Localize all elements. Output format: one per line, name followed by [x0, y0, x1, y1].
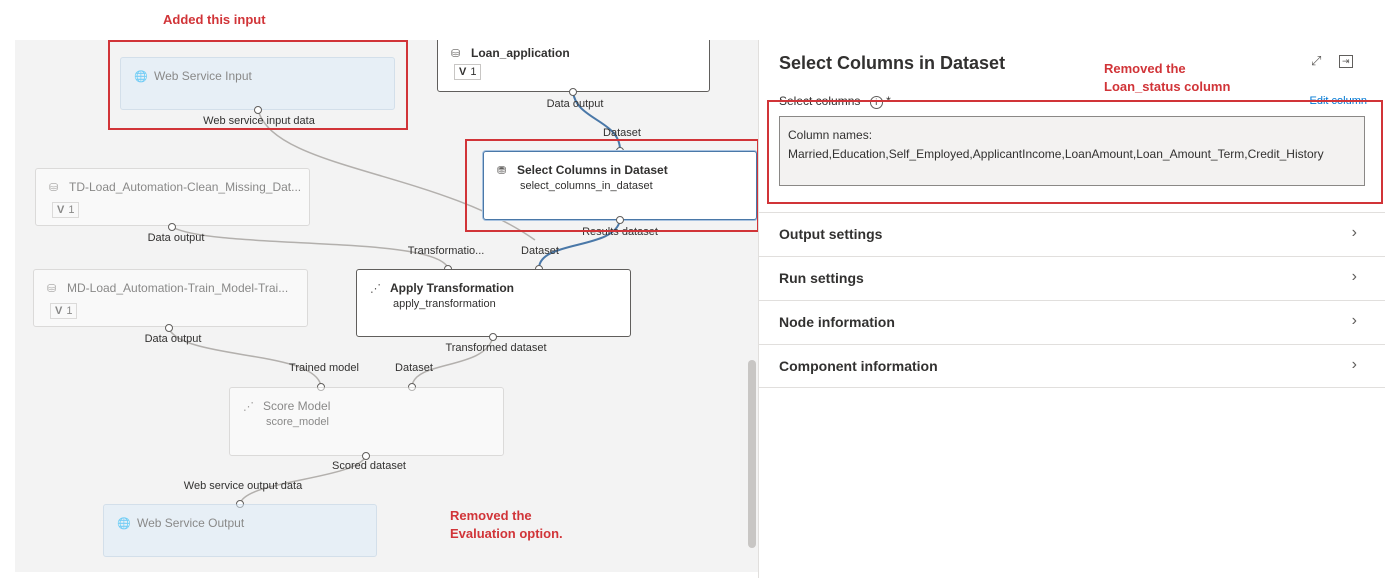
apply-transformation-node[interactable]: ⋰ Apply Transformation apply_transformati… — [356, 269, 631, 337]
section-label: Component information — [779, 358, 938, 374]
canvas-scrollbar[interactable] — [748, 360, 756, 548]
port-label-loan-data-output: Data output — [546, 98, 604, 110]
port-label-web-service-output-data: Web service output data — [183, 480, 303, 492]
web-service-output-node[interactable]: 🌐 Web Service Output — [103, 504, 377, 557]
expand-icon[interactable]: ⤢ — [1311, 53, 1321, 69]
loan-application-node[interactable]: ⛁ Loan_application V1 — [437, 40, 710, 92]
td-load-output-port[interactable] — [168, 223, 176, 231]
section-output-settings[interactable]: Output settings › — [759, 212, 1385, 256]
loan-application-output-port[interactable] — [569, 88, 577, 96]
version-number: 1 — [66, 305, 73, 317]
loan-application-version-badge: V1 — [454, 64, 482, 80]
port-label-select-dataset: Dataset — [603, 127, 641, 139]
loan-application-label: Loan_application — [471, 46, 570, 60]
panel-title: Select Columns in Dataset — [779, 53, 1006, 73]
port-label-scored-dataset: Scored dataset — [332, 460, 406, 472]
apply-transformation-label: Apply Transformation — [390, 281, 515, 295]
section-label: Output settings — [779, 226, 883, 242]
td-load-label: TD-Load_Automation-Clean_Missing_Dat... — [69, 180, 302, 194]
port-label-score-dataset: Dataset — [395, 362, 433, 374]
edge-td-to-apply — [171, 226, 449, 269]
md-load-version-badge: V1 — [50, 303, 78, 319]
section-label: Run settings — [779, 270, 864, 286]
web-service-output-label: Web Service Output — [137, 516, 245, 530]
td-load-title: ⛁ TD-Load_Automation-Clean_Missing_Dat... — [49, 180, 301, 194]
version-number: 1 — [68, 204, 75, 216]
port-label-transformed-dataset: Transformed dataset — [445, 342, 547, 354]
score-model-node[interactable]: ⋰ Score Model score_model — [229, 387, 504, 456]
version-letter: V — [57, 204, 65, 216]
dataset-icon: ⛁ — [47, 283, 57, 295]
port-label-transformation: Transformatio... — [407, 245, 485, 257]
web-service-output-title: 🌐 Web Service Output — [117, 516, 244, 530]
port-label-trained-model: Trained model — [289, 362, 359, 374]
annotation-removed-column: Removed the Loan_status column — [1104, 60, 1231, 96]
td-load-node[interactable]: ⛁ TD-Load_Automation-Clean_Missing_Dat...… — [35, 168, 310, 226]
apply-transformation-subtitle: apply_transformation — [393, 298, 496, 310]
apply-transformation-output-port[interactable] — [489, 333, 497, 341]
chevron-right-icon: › — [1351, 268, 1357, 285]
section-component-information[interactable]: Component information › — [759, 344, 1385, 388]
version-number: 1 — [470, 66, 477, 78]
highlight-web-service-input — [108, 40, 408, 130]
version-letter: V — [459, 66, 467, 78]
version-letter: V — [55, 305, 63, 317]
annotation-added-input: Added this input — [163, 12, 266, 27]
chart-icon: ⋰ — [243, 401, 254, 413]
chevron-right-icon: › — [1351, 356, 1357, 373]
highlight-select-columns — [465, 139, 759, 232]
loan-application-title: ⛁ Loan_application — [451, 46, 570, 60]
md-load-label: MD-Load_Automation-Train_Model-Trai... — [67, 281, 289, 295]
score-model-label: Score Model — [263, 399, 331, 413]
score-model-title: ⋰ Score Model — [243, 399, 330, 413]
section-run-settings[interactable]: Run settings › — [759, 256, 1385, 300]
port-label-td-data-output: Data output — [147, 232, 205, 244]
md-load-output-port[interactable] — [165, 324, 173, 332]
apply-transformation-title: ⋰ Apply Transformation — [370, 281, 514, 295]
port-label-md-data-output: Data output — [144, 333, 202, 345]
dataset-icon: ⛁ — [451, 48, 461, 60]
globe-icon: 🌐 — [117, 518, 131, 530]
annotation-removed-evaluation: Removed the Evaluation option. — [450, 508, 563, 541]
chart-icon: ⋰ — [370, 283, 381, 295]
md-load-title: ⛁ MD-Load_Automation-Train_Model-Trai... — [47, 281, 288, 295]
chevron-right-icon: › — [1351, 224, 1357, 241]
td-load-version-badge: V1 — [52, 202, 80, 218]
dataset-icon: ⛁ — [49, 182, 59, 194]
highlight-column-selection — [767, 100, 1383, 204]
md-load-node[interactable]: ⛁ MD-Load_Automation-Train_Model-Trai... … — [33, 269, 308, 327]
score-model-output-port[interactable] — [362, 452, 370, 460]
section-label: Node information — [779, 314, 895, 330]
chevron-right-icon: › — [1351, 312, 1357, 329]
score-model-subtitle: score_model — [266, 416, 329, 428]
port-label-apply-dataset: Dataset — [521, 245, 559, 257]
collapse-panel-icon[interactable]: ⇥ — [1339, 55, 1353, 68]
section-node-information[interactable]: Node information › — [759, 300, 1385, 344]
